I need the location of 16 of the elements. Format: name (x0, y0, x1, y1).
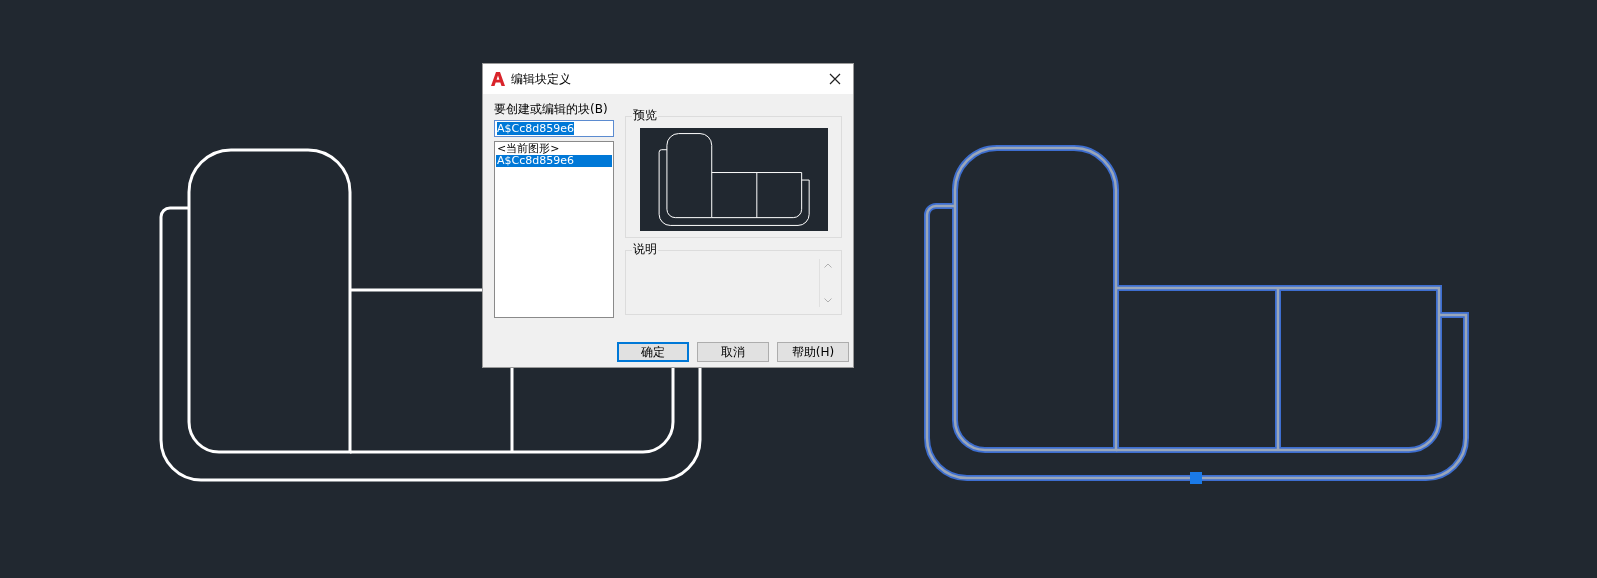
dialog-button[interactable]: 取消 (697, 342, 769, 362)
list-item[interactable]: <当前图形> (496, 143, 612, 155)
block-name-field[interactable]: A$Cc8d859e6 (494, 120, 614, 137)
scroll-up-icon[interactable] (823, 263, 832, 268)
group-label: 说明 (632, 242, 658, 256)
dialog-button[interactable]: 确定 (617, 342, 689, 362)
logo-icon (491, 72, 505, 86)
scroll-down-icon[interactable] (823, 298, 832, 303)
field-label: 要创建或编辑的块(B) (494, 102, 609, 116)
dialog-title: 编辑块定义 (511, 71, 571, 88)
list-item[interactable]: A$Cc8d859e6 (496, 155, 612, 167)
close-icon (829, 73, 841, 85)
dialog-button[interactable]: 帮助(H) (777, 342, 849, 362)
grip-handle[interactable] (1190, 472, 1202, 484)
field-value: A$Cc8d859e6 (497, 122, 574, 135)
group-label: 预览 (632, 108, 658, 122)
